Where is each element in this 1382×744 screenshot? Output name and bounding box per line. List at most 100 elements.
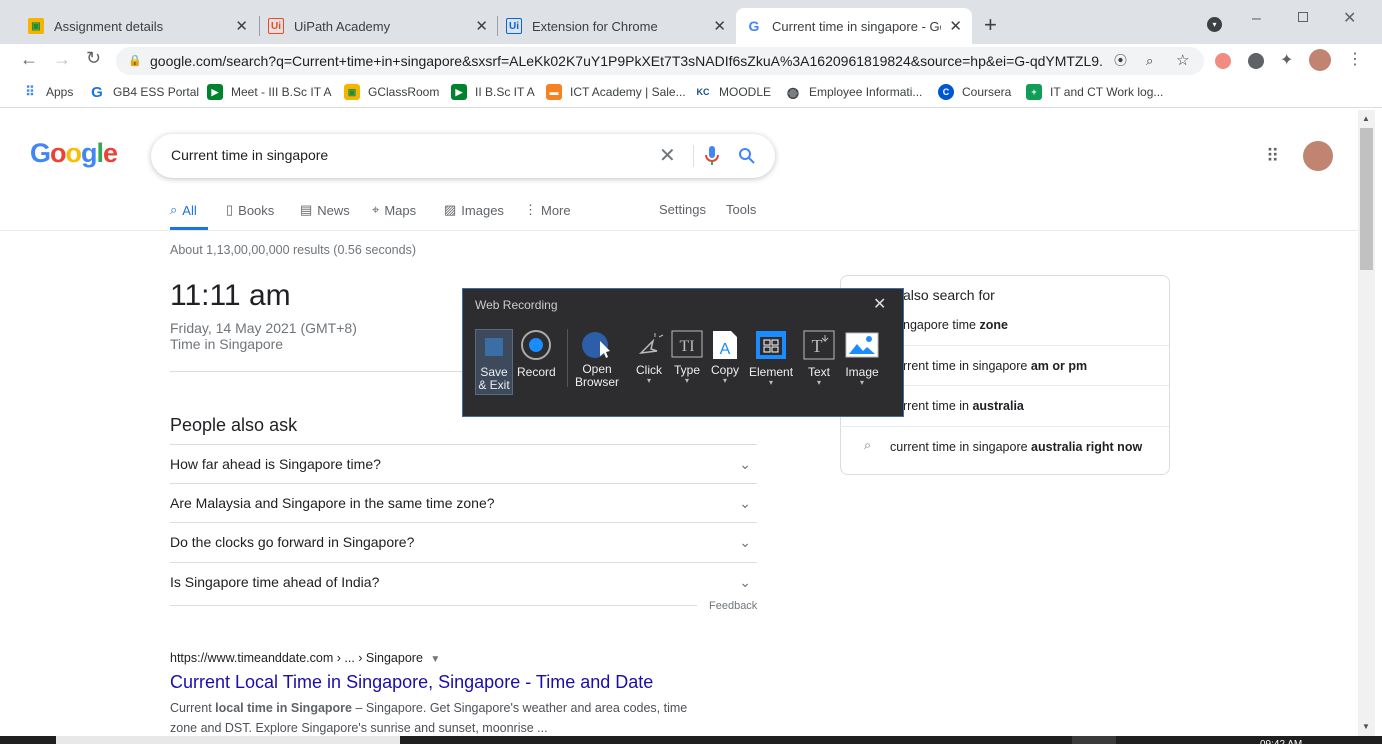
result-url[interactable]: https://www.timeanddate.com › ... › Sing… [170, 651, 440, 665]
scroll-down-icon[interactable]: ▼ [1362, 722, 1370, 731]
paa-question[interactable]: Are Malaysia and Singapore in the same t… [170, 483, 757, 522]
record-button[interactable]: Record [517, 329, 556, 379]
related-pre: rrent time in [903, 398, 973, 413]
current-date: Friday, 14 May 2021 (GMT+8) [170, 320, 357, 336]
tab-assignment-details[interactable]: ▣ Assignment details ✕ [18, 8, 258, 44]
avatar[interactable] [1309, 49, 1331, 71]
url-text: https://www.timeanddate.com › ... › Sing… [170, 651, 423, 665]
bookmark-label: GClassRoom [368, 85, 440, 99]
bookmark-itct[interactable]: + IT and CT Work log... [1026, 84, 1163, 100]
taskbar-app[interactable] [1072, 736, 1116, 744]
bookmark-meet[interactable]: ▶ Meet - III B.Sc IT A [207, 84, 331, 100]
settings-link[interactable]: Settings [659, 202, 706, 217]
caret-down-icon[interactable]: ▾ [817, 379, 821, 387]
google-logo[interactable]: Google [30, 138, 118, 169]
element-icon [756, 331, 787, 359]
divider [693, 145, 694, 167]
location-icon[interactable]: ⦿ [1114, 47, 1127, 75]
ict-icon: ▬ [546, 84, 562, 100]
tools-link[interactable]: Tools [726, 202, 756, 217]
tool-label: Open Browser [575, 362, 620, 389]
bookmark-star-icon[interactable]: ☆ [1176, 47, 1189, 75]
tab-search-icon[interactable]: ▾ [1207, 17, 1222, 32]
snippet-text: zone and DST. Explore Singapore's sunris… [170, 721, 548, 735]
new-tab-icon[interactable]: + [984, 12, 997, 38]
bookmark-gb4[interactable]: G GB4 ESS Portal [89, 84, 200, 101]
avatar[interactable] [1303, 141, 1333, 171]
caret-down-icon[interactable]: ▾ [685, 377, 689, 385]
tab-images[interactable]: ▨ Images [444, 202, 504, 218]
paa-question[interactable]: How far ahead is Singapore time? ⌄ [170, 444, 757, 483]
tab-title: Assignment details [54, 18, 164, 34]
paa-question[interactable]: Do the clocks go forward in Singapore? ⌄ [170, 522, 757, 561]
scrollbar-thumb[interactable] [1360, 128, 1373, 270]
tab-more[interactable]: ⋮ More [524, 202, 571, 218]
image-button[interactable]: Image ▾ [845, 329, 879, 387]
menu-icon[interactable]: ⋮ [1347, 49, 1363, 69]
copy-button[interactable]: A Copy ▾ [711, 329, 739, 385]
bookmark-apps[interactable]: ⠿ Apps [22, 84, 73, 100]
close-icon[interactable]: ✕ [949, 17, 962, 35]
classroom-icon: ▣ [28, 18, 44, 34]
bookmark-moodle[interactable]: KC MOODLE [695, 84, 772, 100]
save-exit-button[interactable]: Save & Exit [475, 329, 513, 395]
search-icon[interactable] [738, 147, 756, 165]
tab-books[interactable]: ▯ Books [226, 202, 274, 218]
scroll-up-icon[interactable]: ▲ [1362, 114, 1370, 123]
caret-down-icon[interactable]: ▾ [769, 379, 773, 387]
feedback-link[interactable]: Feedback [709, 600, 757, 612]
related-bold: am or pm [1030, 358, 1088, 373]
caret-down-icon[interactable]: ▾ [860, 379, 864, 387]
taskbar-search[interactable] [56, 736, 400, 744]
bookmark-coursera[interactable]: C Coursera [938, 84, 1011, 100]
bookmark-label: GB4 ESS Portal [113, 85, 200, 99]
tab-uipath-academy[interactable]: Ui UiPath Academy ✕ [258, 8, 498, 44]
bookmark-label: Employee Informati... [809, 85, 923, 99]
tab-current-time-singapore[interactable]: G Current time in singapore - Goog ✕ [736, 8, 972, 44]
close-icon[interactable]: ✕ [873, 294, 886, 314]
related-search[interactable]: ⌕ current time in singapore australia ri… [840, 426, 1169, 466]
restore-icon[interactable] [1298, 12, 1308, 22]
sheets-icon: + [1026, 84, 1042, 100]
result-title[interactable]: Current Local Time in Singapore, Singapo… [170, 672, 653, 693]
back-icon[interactable]: ← [20, 49, 38, 70]
type-button[interactable]: TI Type ▾ [671, 329, 703, 385]
chevron-down-icon: ⌄ [739, 494, 751, 511]
element-button[interactable]: Element ▾ [749, 329, 793, 387]
caret-down-icon[interactable]: ▼ [430, 654, 440, 665]
bookmark-ict[interactable]: ▬ ICT Academy | Sale... [546, 84, 686, 100]
paa-question[interactable]: Is Singapore time ahead of India? ⌄ [170, 562, 757, 601]
apps-grid-icon[interactable]: ⠿ [1266, 146, 1279, 167]
close-icon[interactable]: ✕ [235, 17, 248, 35]
extension-icon[interactable] [1248, 53, 1264, 69]
caret-down-icon[interactable]: ▾ [723, 377, 727, 385]
bookmark-employee[interactable]: ◍ Employee Informati... [785, 84, 923, 100]
window-close-icon[interactable]: ✕ [1343, 8, 1356, 28]
clear-icon[interactable]: ✕ [659, 143, 676, 168]
click-button[interactable]: Click ▾ [633, 329, 665, 385]
microphone-icon[interactable] [704, 145, 720, 167]
caret-down-icon[interactable]: ▾ [647, 377, 651, 385]
extension-icon[interactable] [1215, 53, 1231, 69]
forward-icon[interactable]: → [53, 49, 71, 70]
zoom-icon[interactable]: ⌕ [1146, 47, 1153, 75]
bookmark-bsc[interactable]: ▶ II B.Sc IT A [451, 84, 535, 100]
close-icon[interactable]: ✕ [713, 17, 726, 35]
address-bar[interactable]: 🔒 google.com/search?q=Current+time+in+si… [116, 47, 1204, 75]
tab-news[interactable]: ▤ News [300, 202, 350, 218]
tab-extension-for-chrome[interactable]: Ui Extension for Chrome ✕ [496, 8, 736, 44]
tab-all[interactable]: ⌕ All [170, 202, 197, 218]
tab-maps[interactable]: ⌖ Maps [372, 202, 416, 218]
search-input[interactable]: Current time in singapore [171, 147, 328, 163]
scrollbar[interactable]: ▲ ▼ [1358, 110, 1375, 736]
text-button[interactable]: T Text ▾ [803, 329, 835, 387]
text-icon: T [803, 330, 835, 360]
puzzle-icon[interactable]: ✦ [1280, 50, 1293, 70]
click-icon [638, 333, 664, 355]
bookmark-gclassroom[interactable]: ▣ GClassRoom [344, 84, 439, 100]
search-box[interactable]: Current time in singapore ✕ [151, 134, 775, 178]
reload-icon[interactable]: ↻ [86, 48, 101, 69]
minimize-icon[interactable]: – [1252, 10, 1261, 28]
open-browser-button[interactable]: Open Browser [575, 329, 619, 389]
close-icon[interactable]: ✕ [475, 17, 488, 35]
